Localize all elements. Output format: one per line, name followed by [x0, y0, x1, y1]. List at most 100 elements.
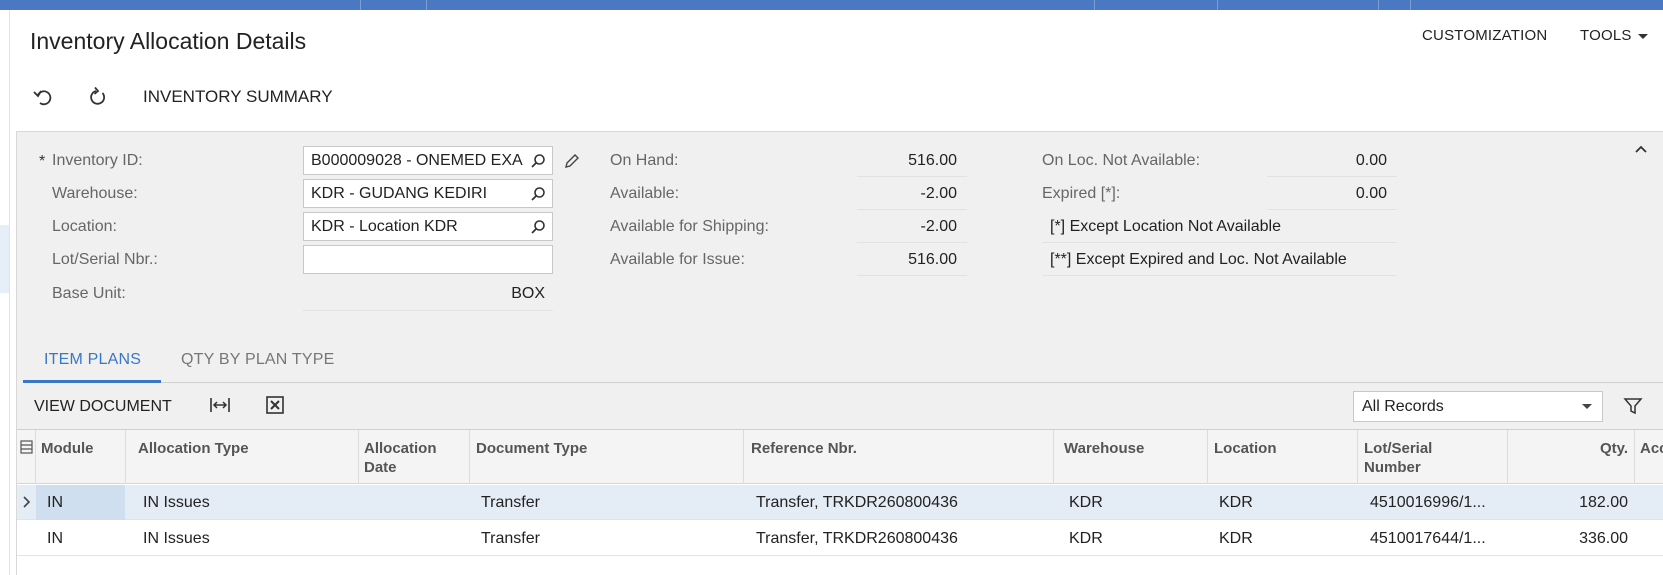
column-separator	[1507, 430, 1508, 484]
search-icon[interactable]	[530, 219, 546, 235]
nav-separator	[426, 0, 427, 10]
note-except-expired: [**] Except Expired and Loc. Not Availab…	[1050, 251, 1347, 268]
column-header-allocation-date[interactable]: Allocation Date	[364, 439, 437, 477]
refresh-icon	[90, 86, 105, 105]
tab-item-plans[interactable]: ITEM PLANS	[44, 351, 141, 369]
on-loc-not-available-label: On Loc. Not Available:	[1042, 152, 1201, 169]
divider	[1267, 209, 1397, 210]
excel-export-icon	[266, 396, 284, 414]
base-unit-value: BOX	[511, 285, 545, 302]
filter-icon[interactable]	[1623, 396, 1643, 416]
required-marker: *	[39, 153, 46, 170]
collapse-button[interactable]	[1632, 140, 1650, 158]
column-separator	[1357, 430, 1358, 484]
warehouse-field[interactable]: KDR - GUDANG KEDIRI	[303, 179, 553, 208]
chevron-down-icon	[1637, 33, 1648, 39]
available-for-issue-label: Available for Issue:	[610, 251, 745, 268]
view-document-button[interactable]: VIEW DOCUMENT	[34, 398, 172, 416]
divider	[1267, 176, 1397, 177]
on-loc-not-available-value: 0.00	[1355, 152, 1387, 169]
cell-qty: 336.00	[1579, 530, 1628, 547]
location-label: Location:	[52, 218, 117, 235]
chevron-down-icon	[1582, 404, 1592, 409]
divider	[303, 310, 553, 311]
records-filter-select[interactable]: All Records	[1353, 391, 1603, 422]
column-header-qty[interactable]: Qty.	[1517, 439, 1628, 458]
base-unit-label: Base Unit:	[52, 285, 126, 302]
row-selector-icon[interactable]	[20, 440, 33, 454]
available-value: -2.00	[920, 185, 957, 202]
location-field[interactable]: KDR - Location KDR	[303, 212, 553, 241]
search-icon[interactable]	[530, 186, 546, 202]
export-excel-button[interactable]	[264, 395, 286, 415]
customization-menu[interactable]: CUSTOMIZATION	[1422, 27, 1547, 44]
column-header-document-type[interactable]: Document Type	[476, 439, 587, 458]
cell-module: IN	[47, 494, 63, 511]
inventory-id-value: B000009028 - ONEMED EXA	[311, 152, 523, 169]
divider	[857, 275, 967, 276]
divider	[1042, 242, 1397, 243]
divider	[857, 242, 967, 243]
cell-warehouse: KDR	[1069, 494, 1103, 511]
edit-pencil-icon[interactable]	[563, 152, 581, 170]
nav-separator	[1217, 0, 1218, 10]
cell-lot-serial: 4510016996/1...	[1370, 494, 1486, 511]
cell-qty: 182.00	[1579, 494, 1628, 511]
fit-columns-button[interactable]	[209, 395, 231, 415]
left-rail	[0, 10, 10, 575]
cell-location: KDR	[1219, 494, 1253, 511]
column-header-allocation-type[interactable]: Allocation Type	[138, 439, 249, 458]
on-hand-value: 516.00	[908, 152, 957, 169]
cell-document-type: Transfer	[481, 494, 540, 511]
column-header-acc[interactable]: Acc	[1640, 439, 1663, 458]
nav-separator	[1094, 0, 1095, 10]
tab-qty-by-plan-type[interactable]: QTY BY PLAN TYPE	[181, 351, 335, 369]
nav-separator	[1410, 0, 1411, 10]
column-separator	[1634, 430, 1635, 484]
cell-document-type: Transfer	[481, 530, 540, 547]
expired-value: 0.00	[1355, 185, 1387, 202]
column-header-reference-nbr[interactable]: Reference Nbr.	[751, 439, 857, 458]
warehouse-label: Warehouse:	[52, 185, 138, 202]
nav-separator	[360, 0, 361, 10]
location-value: KDR - Location KDR	[311, 218, 458, 235]
cell-allocation-type: IN Issues	[143, 494, 210, 511]
tools-menu-label: TOOLS	[1580, 27, 1632, 44]
page-title: Inventory Allocation Details	[30, 28, 307, 54]
available-for-issue-value: 516.00	[908, 251, 957, 268]
chevron-up-icon	[1635, 145, 1647, 153]
warehouse-value: KDR - GUDANG KEDIRI	[311, 185, 488, 202]
column-separator	[743, 430, 744, 484]
inventory-id-field[interactable]: B000009028 - ONEMED EXA	[303, 146, 553, 175]
divider	[1042, 275, 1397, 276]
inventory-summary-button[interactable]: INVENTORY SUMMARY	[143, 87, 333, 107]
undo-button[interactable]	[30, 84, 56, 110]
column-separator	[358, 430, 359, 484]
table-row[interactable]: IN IN Issues Transfer Transfer, TRKDR260…	[17, 485, 1663, 520]
divider	[857, 209, 967, 210]
inventory-id-label: Inventory ID:	[52, 152, 143, 169]
refresh-button[interactable]	[85, 84, 111, 110]
row-gutter	[17, 485, 35, 520]
top-navigation-bar	[0, 0, 1663, 10]
expired-label: Expired [*]:	[1042, 185, 1121, 202]
column-separator	[125, 430, 126, 484]
cell-warehouse: KDR	[1069, 530, 1103, 547]
lot-serial-label: Lot/Serial Nbr.:	[52, 251, 158, 268]
left-rail-highlight	[0, 225, 9, 293]
column-header-lot-serial-number[interactable]: Lot/Serial Number	[1364, 439, 1432, 477]
item-plans-grid: Module Allocation Type Allocation Date D…	[17, 429, 1663, 575]
tools-menu[interactable]: TOOLS	[1580, 27, 1648, 44]
search-icon[interactable]	[530, 153, 546, 169]
grid-toolbar: VIEW DOCUMENT All Records	[17, 383, 1663, 429]
cell-module: IN	[47, 530, 63, 547]
available-label: Available:	[610, 185, 680, 202]
column-header-module[interactable]: Module	[41, 439, 94, 458]
chevron-right-icon	[23, 496, 31, 508]
column-header-location[interactable]: Location	[1214, 439, 1277, 458]
column-header-warehouse[interactable]: Warehouse	[1064, 439, 1144, 458]
cell-lot-serial: 4510017644/1...	[1370, 530, 1486, 547]
table-row[interactable]: IN IN Issues Transfer Transfer, TRKDR260…	[17, 521, 1663, 556]
lot-serial-field[interactable]	[303, 245, 553, 274]
nav-separator	[1378, 0, 1379, 10]
